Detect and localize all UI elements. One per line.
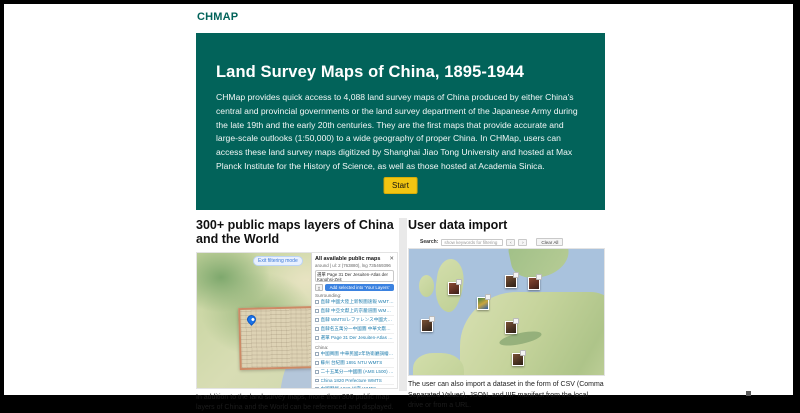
checkbox-icon bbox=[315, 370, 319, 374]
hero-title: Land Survey Maps of China, 1895-1944 bbox=[216, 63, 585, 82]
feature-right-title: User data import bbox=[408, 218, 605, 232]
image-marker bbox=[505, 321, 517, 334]
public-maps-screenshot: Exit filtering mode All available public… bbox=[196, 252, 398, 389]
layer-list-item: China 1820 Prefecture WMTS bbox=[315, 377, 394, 385]
feature-left-title: 300+ public maps layers of China and the… bbox=[196, 218, 398, 247]
brand-logo[interactable]: CHMAP bbox=[197, 11, 238, 23]
checkbox-icon bbox=[315, 361, 319, 365]
image-marker bbox=[421, 319, 433, 332]
exit-filtering-chip: Exit filtering mode bbox=[253, 256, 303, 266]
image-marker bbox=[528, 277, 540, 290]
import-screenshot-toolbar: Search: show keywords for filtering ‹ › … bbox=[408, 237, 605, 248]
feature-right-caption: The user can also import a dataset in th… bbox=[408, 380, 605, 410]
layer-list-item: 蘇州 台紀圖 1891 NTU WMTS bbox=[315, 359, 394, 368]
layer-list-item: 直隸名五萬分一中國圖 中華文獻之第2冊… bbox=[315, 325, 394, 334]
ireland-landmass bbox=[419, 275, 435, 298]
iberia-landmass bbox=[413, 353, 464, 377]
start-button[interactable]: Start bbox=[383, 177, 418, 194]
search-label: Search: bbox=[420, 239, 438, 245]
close-icon: ✕ bbox=[389, 256, 394, 262]
checkbox-icon bbox=[315, 327, 319, 331]
checkbox-icon bbox=[315, 309, 319, 313]
layer-list-item: 直隸 WMTS/レファレンス中國大陸之方… bbox=[315, 316, 394, 325]
feature-left-caption: In addition to the land survey maps, mor… bbox=[196, 393, 398, 413]
checkbox-icon bbox=[315, 300, 319, 304]
image-marker bbox=[477, 297, 489, 310]
panel-coordinates: around | ul: 2 (763880), lng 735469396 bbox=[315, 263, 394, 268]
checkbox-icon bbox=[315, 379, 319, 383]
add-selected-button: Add selected into 'Your Layers' bbox=[325, 284, 394, 291]
selected-layer-name: 選單 Page 31 Der Jesuiten-Atlas der Kanghs… bbox=[317, 272, 388, 282]
layer-list-item: 中國歷代 1820 州府 WMTS bbox=[315, 385, 394, 389]
feature-columns: 300+ public maps layers of China and the… bbox=[196, 218, 605, 391]
scroll-grip bbox=[746, 391, 751, 396]
clear-all-button: Clear All bbox=[536, 238, 563, 246]
data-import-screenshot bbox=[408, 248, 605, 376]
layer-list-item: 直隸 中國大陸上新製圖速報 WMT… bbox=[315, 298, 394, 307]
page-background: CHMAP Land Survey Maps of China, 1895-19… bbox=[4, 4, 793, 395]
selected-layer-box: 選單 Page 31 Der Jesuiten-Atlas der Kanghs… bbox=[315, 270, 394, 282]
layer-list-item: 二十五萬分一中國圖 (AMS L500) 中… bbox=[315, 368, 394, 377]
layer-list-item: 中國輿圖 中華民國2年防衛廳調繪… bbox=[315, 350, 394, 359]
upload-icon: ⇪ bbox=[315, 284, 323, 291]
next-page-icon: › bbox=[518, 239, 527, 246]
image-marker bbox=[505, 275, 517, 288]
checkbox-icon bbox=[315, 318, 319, 322]
layer-list-item: 選單 Page 31 Der Jesuiten-Atlas der… bbox=[315, 334, 394, 343]
layer-list-item: 直隸 中亞文獻上的京畿道圖 WM… bbox=[315, 307, 394, 316]
prev-page-icon: ‹ bbox=[506, 239, 515, 246]
search-input: show keywords for filtering bbox=[441, 239, 503, 246]
image-marker bbox=[512, 353, 524, 366]
hero-banner: Land Survey Maps of China, 1895-1944 CHM… bbox=[196, 33, 605, 210]
panel-title: All available public maps bbox=[315, 256, 380, 262]
checkbox-icon bbox=[315, 352, 319, 356]
public-maps-panel: All available public maps ✕ around | ul:… bbox=[311, 253, 397, 388]
checkbox-icon bbox=[315, 387, 319, 389]
feature-public-maps: 300+ public maps layers of China and the… bbox=[196, 218, 398, 391]
image-marker bbox=[448, 282, 460, 295]
checkbox-icon bbox=[315, 336, 319, 340]
feature-data-import: User data import Search: show keywords f… bbox=[408, 218, 605, 391]
hero-description: CHMap provides quick access to 4,088 lan… bbox=[216, 91, 585, 174]
column-divider bbox=[399, 218, 407, 391]
